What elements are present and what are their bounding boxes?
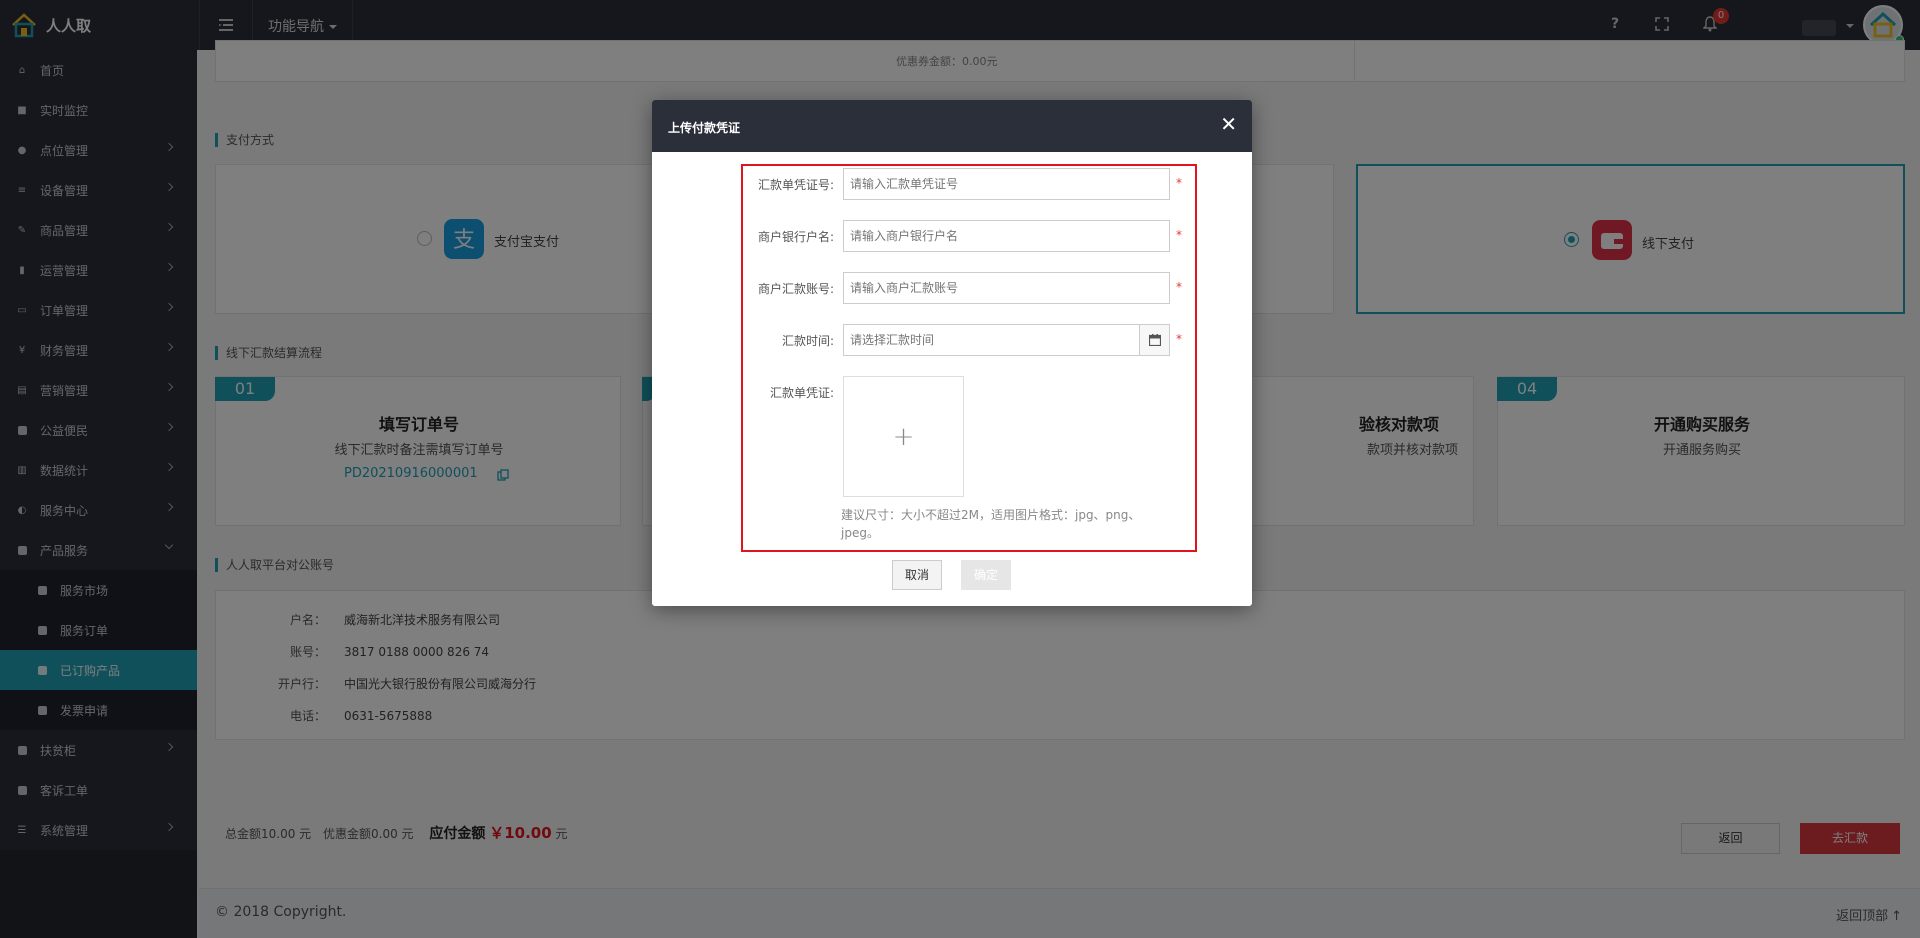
time-label: 汇款时间:: [781, 334, 834, 348]
account-no-input[interactable]: [843, 272, 1170, 304]
close-icon[interactable]: ✕: [1220, 114, 1237, 134]
bank-name-label: 商户银行户名:: [757, 230, 834, 244]
image-upload-box[interactable]: +: [843, 376, 964, 497]
voucher-image-label: 汇款单凭证:: [769, 386, 834, 400]
cancel-button[interactable]: 取消: [892, 560, 942, 590]
required-mark: *: [1176, 228, 1182, 242]
required-mark: *: [1176, 332, 1182, 346]
account-no-label: 商户汇款账号:: [757, 282, 834, 296]
upload-voucher-modal: 上传付款凭证 ✕ 汇款单凭证号: * 商户银行户名: * 商户汇款账号: * 汇…: [652, 100, 1252, 606]
bank-name-input[interactable]: [843, 220, 1170, 252]
voucher-no-label: 汇款单凭证号:: [757, 178, 834, 192]
voucher-no-input[interactable]: [843, 168, 1170, 200]
required-mark: *: [1176, 280, 1182, 294]
time-input[interactable]: [843, 324, 1140, 356]
confirm-button[interactable]: 确定: [961, 560, 1011, 590]
plus-icon: +: [892, 421, 915, 452]
modal-title: 上传付款凭证: [668, 121, 741, 135]
required-mark: *: [1176, 176, 1182, 190]
calendar-icon: [1148, 334, 1161, 346]
modal-header: 上传付款凭证 ✕: [652, 100, 1252, 152]
upload-hint: 建议尺寸：大小不超过2M，适用图片格式：jpg、png、jpeg。: [841, 508, 1141, 540]
calendar-button[interactable]: [1140, 324, 1170, 356]
